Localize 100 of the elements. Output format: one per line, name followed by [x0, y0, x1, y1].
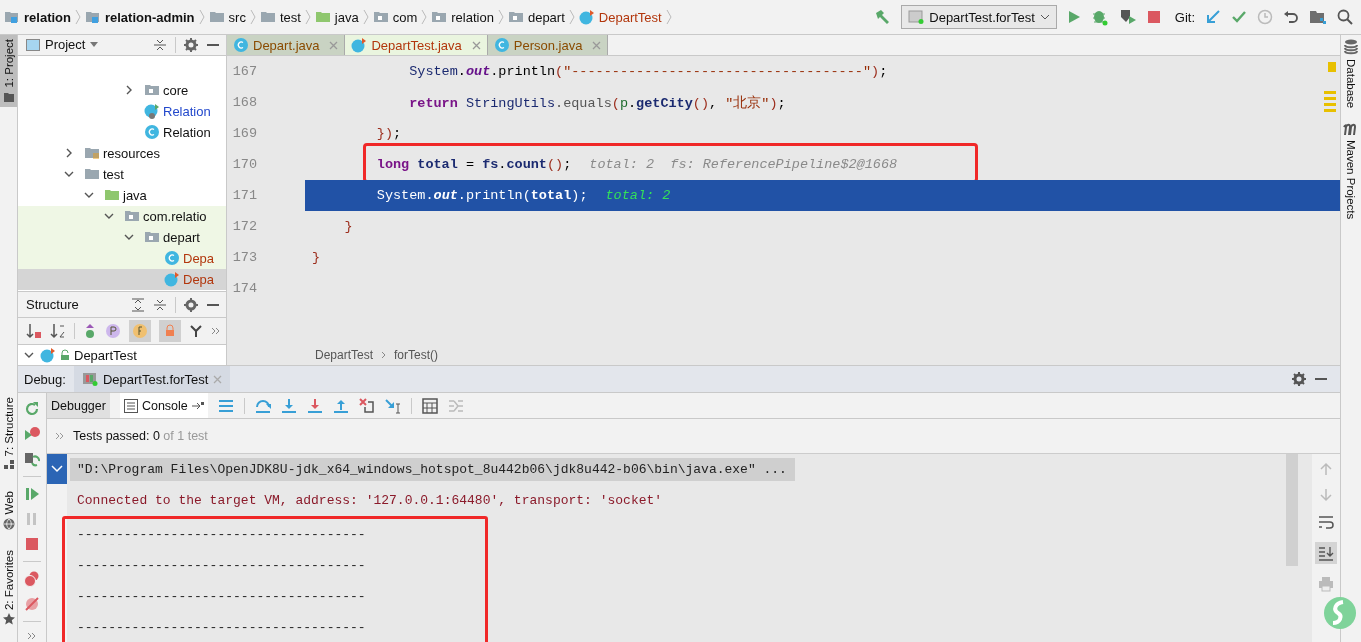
rerun-failed-icon[interactable]	[24, 426, 40, 442]
step-out-icon[interactable]	[332, 397, 349, 414]
breadcrumb-item[interactable]: test	[259, 9, 301, 25]
drop-frame-icon[interactable]	[358, 397, 375, 414]
assistant-badge-icon[interactable]	[1323, 596, 1357, 630]
step-into-icon[interactable]	[280, 397, 297, 414]
inherited-icon[interactable]	[83, 323, 97, 340]
clock-icon[interactable]	[1257, 9, 1273, 25]
tool-window-button[interactable]: 7: Structure	[0, 393, 17, 476]
package-icon	[507, 10, 524, 24]
breadcrumb-item[interactable]: relation	[431, 9, 494, 25]
breadcrumb-item[interactable]: relation	[4, 9, 71, 25]
down-arrow-icon[interactable]	[1319, 488, 1333, 502]
close-icon[interactable]	[592, 40, 602, 50]
sort-icon[interactable]	[26, 323, 42, 340]
tree-item[interactable]: test	[84, 166, 124, 182]
collapse-all-icon[interactable]	[153, 297, 167, 312]
editor-tab[interactable]: Depart.java	[227, 35, 346, 55]
soft-wrap-icon[interactable]	[1318, 514, 1334, 530]
lock-icon	[59, 349, 71, 362]
tree-item[interactable]: Depa	[164, 271, 215, 288]
editor-tab[interactable]: Person.java	[487, 35, 609, 55]
scroll-to-end-icon[interactable]	[1315, 542, 1337, 564]
close-icon[interactable]	[471, 40, 481, 50]
breadcrumb-item[interactable]: DepartTest	[315, 348, 374, 362]
error-stripe-marks	[1324, 62, 1336, 112]
star-icon	[2, 613, 15, 625]
expand-icon[interactable]	[55, 431, 65, 441]
breakpoints-icon[interactable]	[24, 571, 40, 587]
tree-item[interactable]: depart	[144, 229, 200, 245]
settings-icon[interactable]	[184, 297, 198, 312]
mute-breakpoints-icon[interactable]	[24, 596, 40, 612]
breadcrumb-item[interactable]: depart	[507, 9, 565, 25]
code-line: System.out.println(total);	[375, 188, 588, 203]
structure-icon	[2, 459, 15, 472]
tool-window-button[interactable]: Database	[1344, 39, 1358, 109]
step-over-icon[interactable]	[254, 397, 271, 414]
undo-icon[interactable]	[1283, 9, 1299, 25]
more-icon[interactable]	[211, 326, 221, 337]
tree-item[interactable]: resources	[84, 145, 161, 161]
debug-tab[interactable]: Console	[119, 393, 208, 418]
run-configuration-dropdown[interactable]: DepartTest.forTest	[901, 5, 1057, 29]
lock-icon[interactable]	[159, 320, 181, 343]
properties-icon[interactable]	[105, 323, 121, 340]
hammer-icon[interactable]	[873, 8, 892, 26]
more-icon[interactable]	[27, 631, 37, 641]
breadcrumb-item[interactable]: com	[372, 9, 418, 25]
expand-all-icon[interactable]	[131, 297, 145, 312]
force-step-into-icon[interactable]	[306, 397, 323, 414]
breadcrumb-item[interactable]: forTest()	[394, 348, 439, 362]
breadcrumb-item[interactable]: java	[314, 9, 359, 25]
close-icon[interactable]	[329, 40, 339, 50]
print-icon[interactable]	[1318, 576, 1334, 592]
hierarchy-icon[interactable]	[189, 324, 203, 339]
breadcrumb-item[interactable]: DepartTest	[578, 9, 662, 25]
collapse-all-icon[interactable]	[153, 37, 167, 52]
caret-icon	[90, 41, 99, 48]
tree-item[interactable]: Relation	[144, 124, 211, 141]
settings-icon[interactable]	[184, 37, 198, 52]
update-arrow-icon[interactable]	[1205, 9, 1221, 25]
tool-window-button[interactable]: 1: Project	[0, 35, 17, 107]
tree-item[interactable]: java	[104, 187, 147, 203]
tool-window-button[interactable]: 2: Favorites	[0, 545, 17, 629]
up-arrow-icon[interactable]	[1319, 462, 1333, 476]
settings-icon[interactable]	[1292, 372, 1306, 386]
session-tab[interactable]: DepartTest.forTest	[73, 366, 231, 392]
console-line: -------------------------------------	[77, 620, 366, 635]
toggle-auto-test-icon[interactable]	[24, 451, 40, 467]
chevron-icon	[421, 9, 428, 25]
tool-window-button[interactable]: Maven Projects	[1343, 122, 1359, 220]
editor-tab[interactable]: DepartTest.java	[345, 35, 488, 55]
tool-window-button[interactable]: Web	[0, 487, 17, 534]
sort-alphabetically-icon[interactable]	[50, 323, 66, 340]
calculator-icon[interactable]	[421, 397, 438, 414]
tree-item[interactable]: Relation	[144, 103, 211, 120]
tree-item[interactable]: Depa	[164, 250, 215, 267]
breadcrumb-item[interactable]: relation-admin	[84, 9, 195, 25]
search-icon[interactable]	[1337, 9, 1353, 25]
resume-icon[interactable]	[24, 486, 40, 502]
collapse-toggle-icon[interactable]	[47, 454, 67, 484]
tree-item[interactable]: core	[144, 82, 189, 98]
project-view-selector[interactable]: Project	[26, 37, 99, 53]
stop-icon[interactable]	[24, 536, 40, 552]
coverage-icon[interactable]	[1118, 8, 1137, 26]
line-number: 174	[231, 281, 258, 296]
rerun-icon[interactable]	[24, 401, 40, 417]
line-number: 167	[231, 64, 258, 79]
fields-icon[interactable]	[129, 320, 151, 343]
breadcrumb-item[interactable]: src	[208, 9, 246, 25]
console-line: -------------------------------------	[77, 589, 366, 604]
scrollbar[interactable]	[1286, 454, 1298, 566]
debug-tab[interactable]: Debugger	[47, 393, 110, 418]
run-icon[interactable]	[1066, 10, 1081, 24]
stop-icon[interactable]	[1146, 10, 1161, 24]
bug-icon[interactable]	[1090, 8, 1109, 26]
tests-status: Tests passed: 0 of 1 test	[73, 429, 208, 443]
menu-icon[interactable]	[217, 398, 234, 413]
project-structure-icon[interactable]	[1309, 9, 1327, 25]
run-to-cursor-icon[interactable]	[384, 397, 401, 414]
checkmark-icon[interactable]	[1231, 9, 1247, 25]
